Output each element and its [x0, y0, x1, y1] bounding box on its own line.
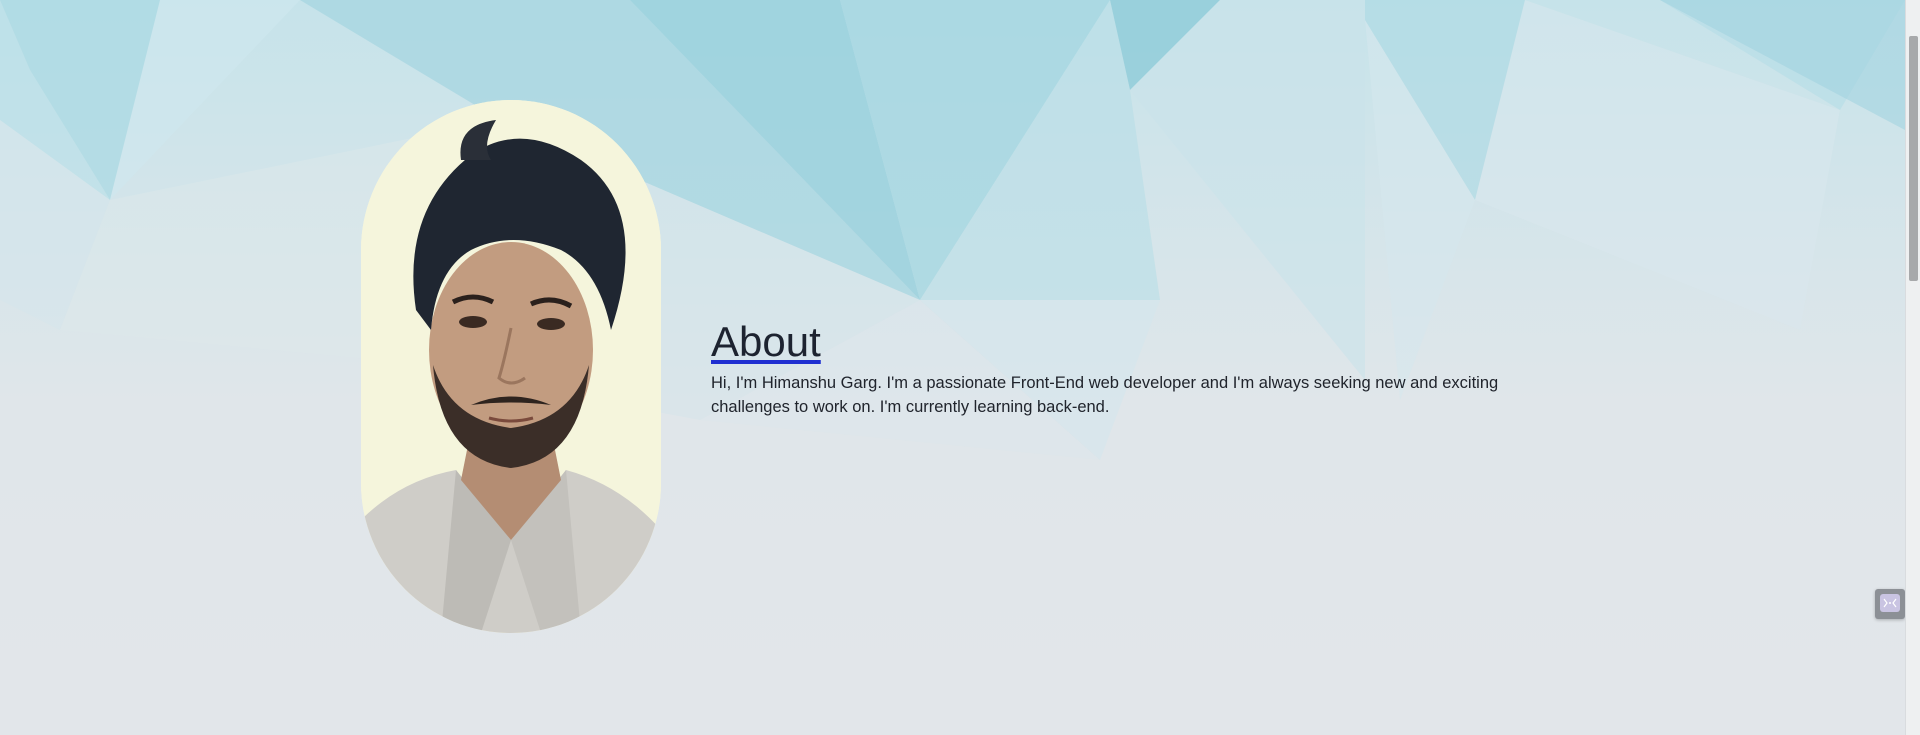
- chat-widget-button[interactable]: [1875, 589, 1905, 619]
- about-description: Hi, I'm Himanshu Garg. I'm a passionate …: [711, 374, 1499, 416]
- about-section: About Hi, I'm Himanshu Garg. I'm a passi…: [0, 0, 1905, 735]
- scrollbar-thumb[interactable]: [1909, 36, 1918, 281]
- profile-photo: [361, 100, 661, 633]
- about-heading: About: [711, 318, 821, 365]
- vertical-scrollbar[interactable]: [1905, 0, 1920, 735]
- chat-icon: [1880, 594, 1900, 612]
